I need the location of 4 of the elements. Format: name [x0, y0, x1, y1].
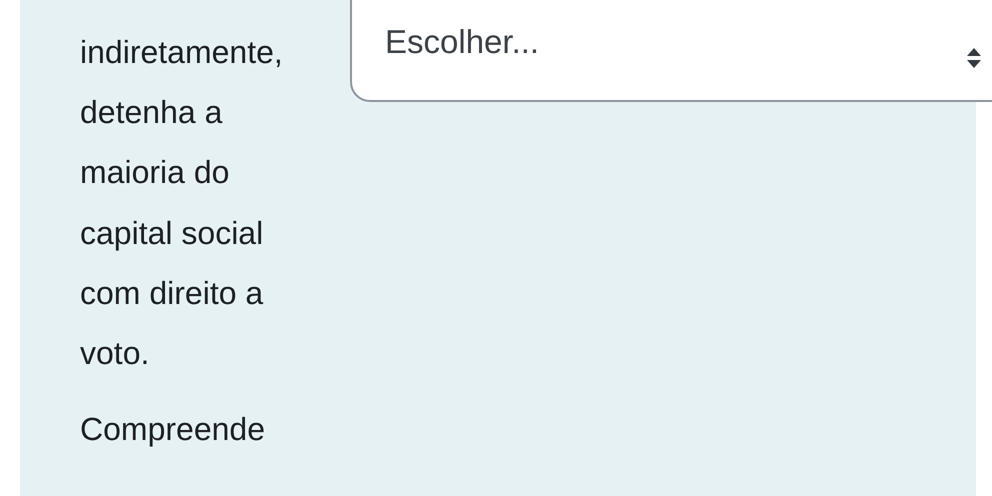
select-field[interactable]: Escolher...	[350, 0, 992, 102]
up-down-arrows-icon	[967, 46, 981, 70]
paragraph: indiretamente, detenha a maioria do capital social com direito a voto.	[80, 33, 284, 374]
paragraph: Compreende	[80, 410, 266, 450]
